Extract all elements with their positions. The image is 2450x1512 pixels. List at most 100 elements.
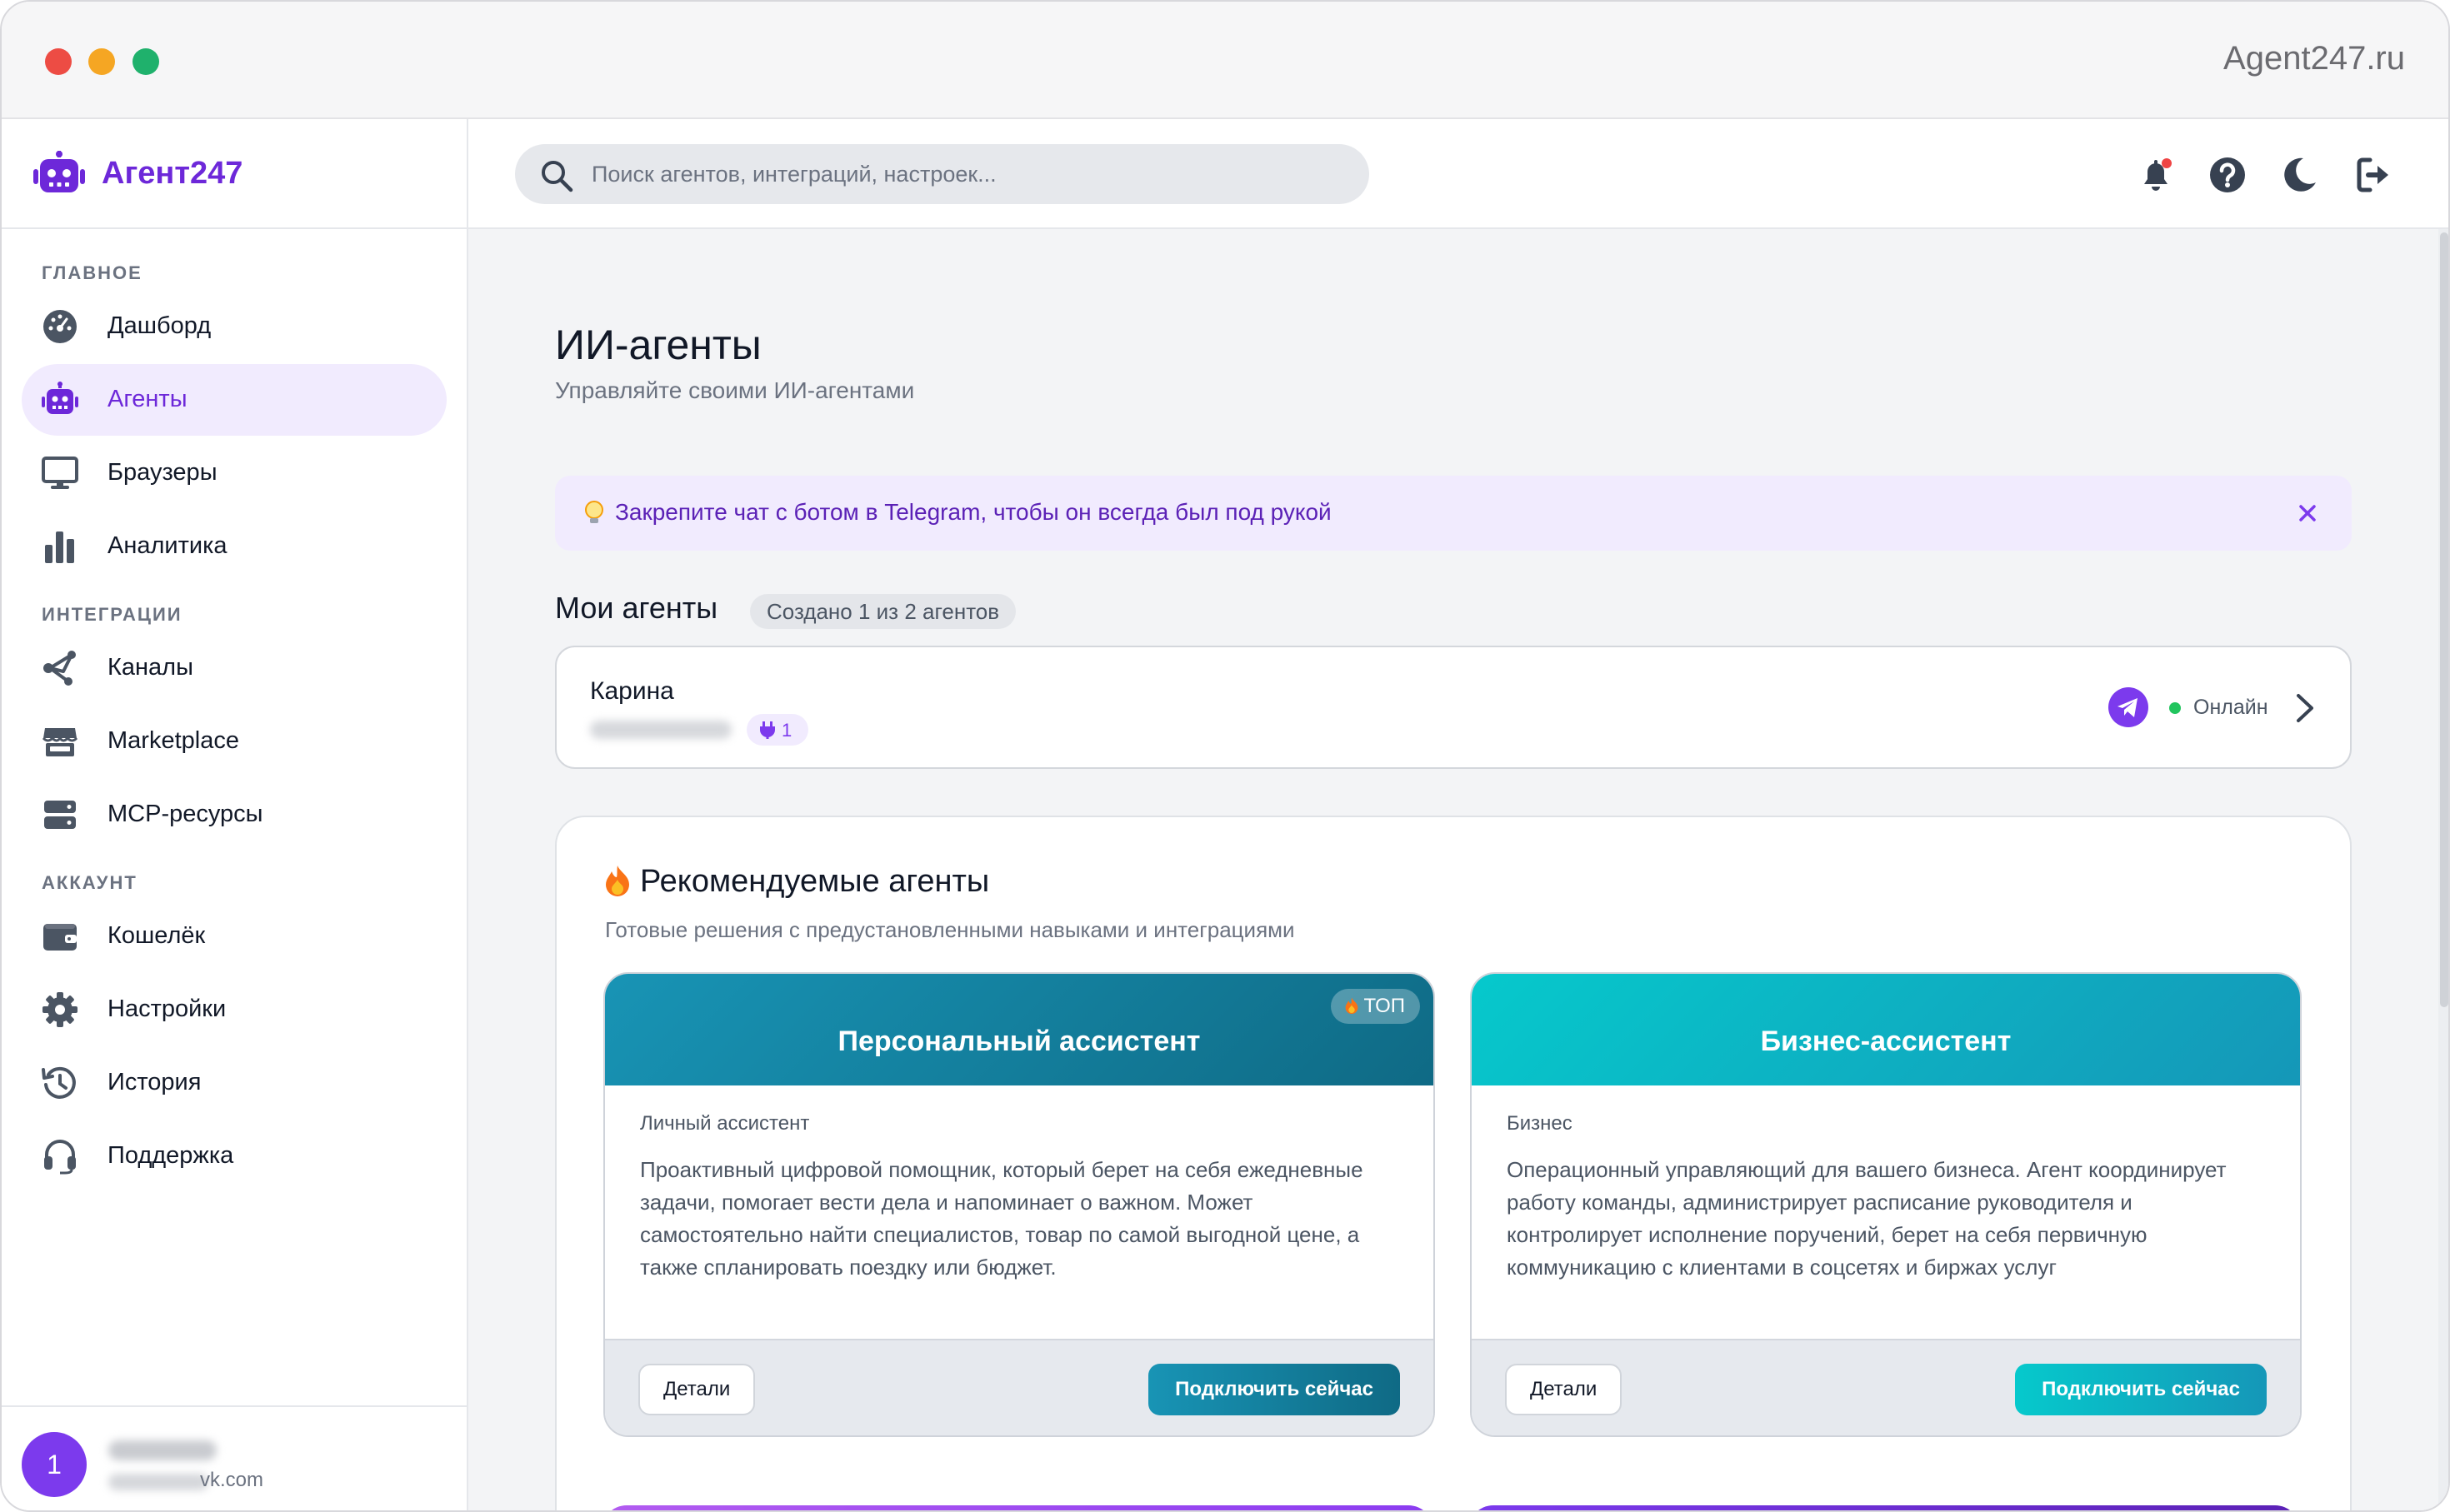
card-footer: Детали Подключить сейчас [605,1339,1433,1435]
banner-text: Закрепите чат с ботом в Telegram, чтобы … [615,499,1332,525]
scrollbar-thumb[interactable] [2440,232,2448,1007]
details-button[interactable]: Детали [1505,1364,1622,1415]
sidebar-item-mcp[interactable]: MCP-ресурсы [22,779,447,851]
avatar[interactable]: 1 [22,1432,87,1497]
card-category: Бизнес [1507,1112,1572,1135]
sidebar-item-marketplace[interactable]: Marketplace [22,706,447,777]
brand[interactable]: Агент247 [2,119,467,229]
sidebar-item-browsers[interactable]: Браузеры [22,437,447,509]
help-icon[interactable] [2208,156,2247,194]
plugins-count: 1 [782,720,792,741]
history-icon [42,1066,76,1099]
sidebar-item-label: MCP-ресурсы [108,801,263,827]
sidebar-item-history[interactable]: История [22,1047,447,1119]
plugins-badge: 1 [747,714,808,746]
page-title: ИИ-агенты [555,322,762,368]
recommended-title-text: Рекомендуемые агенты [640,864,990,899]
search-input[interactable] [592,144,1342,204]
top-header [468,119,2448,229]
sidebar-item-label: Настройки [108,996,227,1022]
connect-now-button[interactable]: Подключить сейчас [2015,1364,2267,1415]
moon-icon[interactable] [2280,156,2318,194]
window-close-button[interactable] [45,48,72,75]
dashboard-gauge-icon [43,310,77,343]
card-category: Личный ассистент [640,1112,810,1135]
agents-count-badge: Создано 1 из 2 агентов [750,594,1017,629]
search-bar[interactable] [515,144,1369,204]
user-email-suffix: vk.com [200,1469,264,1491]
search-icon [542,161,573,192]
sidebar-item-wallet[interactable]: Кошелёк [22,901,447,972]
page-subtitle: Управляйте своими ИИ-агентами [555,377,915,403]
chevron-right-icon[interactable] [2293,692,2317,724]
agent-name: Карина [590,677,674,705]
template-card-business[interactable]: Бизнес-ассистент Бизнес Операционный упр… [1470,972,2302,1437]
server-icon [44,801,76,829]
robot-logo-icon [33,151,85,192]
share-nodes-icon [43,651,76,686]
recommended-agents-panel: Рекомендуемые агенты Готовые решения с п… [555,816,2352,1510]
recommended-subtitle: Готовые решения с предустановленными нав… [605,917,1295,942]
logout-icon[interactable] [2355,156,2393,194]
bar-chart-icon [45,531,74,563]
card-footer: Детали Подключить сейчас [1472,1339,2300,1435]
plug-icon [760,721,775,739]
bell-icon[interactable] [2137,156,2175,194]
template-card-peek[interactable] [602,1505,1433,1510]
lightbulb-icon [585,501,603,523]
headset-icon [44,1140,76,1175]
sidebar: Агент247 ГЛАВНОЕ Дашборд Агенты Браузеры… [2,119,468,1510]
main-content: ИИ-агенты Управляйте своими ИИ-агентами … [468,229,2448,1510]
window-maximize-button[interactable] [132,48,159,75]
template-card-peek[interactable] [1468,1505,2300,1510]
sidebar-item-label: Marketplace [108,727,239,754]
gear-icon [42,992,78,1027]
top-badge-text: ТОП [1363,995,1406,1017]
section-title-integrations: ИНТЕГРАЦИИ [42,604,182,625]
connect-now-button[interactable]: Подключить сейчас [1148,1364,1400,1415]
agent-status: Онлайн [2193,696,2268,719]
my-agents-title: Мои агенты [555,591,718,625]
sidebar-item-label: Аналитика [108,532,228,559]
details-button[interactable]: Детали [638,1364,756,1415]
card-title: Бизнес-ассистент [1760,1025,2012,1057]
sidebar-item-dashboard[interactable]: Дашборд [22,291,447,362]
user-email-redacted [108,1474,208,1490]
recommended-title: Рекомендуемые агенты [603,864,989,900]
sidebar-item-label: Каналы [108,654,193,681]
card-header: ТОП Персональный ассистент [605,974,1433,1085]
window-titlebar: Agent247.ru [2,2,2448,119]
sidebar-item-label: Дашборд [108,312,212,339]
site-url: Agent247.ru [2223,40,2405,77]
sidebar-item-settings[interactable]: Настройки [22,974,447,1045]
sidebar-item-support[interactable]: Поддержка [22,1120,447,1192]
card-description: Операционный управляющий для вашего бизн… [1507,1157,2227,1280]
section-title-account: АККАУНТ [42,872,138,893]
telegram-tip-banner: Закрепите чат с ботом в Telegram, чтобы … [555,476,2352,551]
scrollbar[interactable] [2438,229,2448,1510]
fire-icon [606,866,629,896]
template-card-personal[interactable]: ТОП Персональный ассистент Личный ассист… [603,972,1435,1437]
agent-id-redacted [590,721,732,739]
user-name-redacted [108,1440,217,1460]
close-icon[interactable] [2297,502,2318,524]
section-title-main: ГЛАВНОЕ [42,262,142,283]
agent-card[interactable]: Карина 1 Онлайн [555,646,2352,769]
user-profile[interactable]: 1 vk.com [2,1405,467,1510]
top-badge: ТОП [1330,989,1420,1024]
sidebar-item-label: Поддержка [108,1142,234,1169]
window-minimize-button[interactable] [88,48,115,75]
monitor-icon [42,457,78,489]
card-title: Персональный ассистент [838,1025,1201,1057]
sidebar-item-agents[interactable]: Агенты [22,364,447,436]
sidebar-item-analytics[interactable]: Аналитика [22,511,447,582]
robot-icon [42,382,78,414]
sidebar-item-label: История [108,1069,202,1095]
online-status-dot [2169,702,2181,714]
card-description: Проактивный цифровой помощник, который б… [640,1157,1363,1280]
sidebar-item-channels[interactable]: Каналы [22,632,447,704]
sidebar-item-label: Браузеры [108,459,218,486]
brand-name: Агент247 [102,156,243,191]
telegram-icon [2108,687,2148,727]
wallet-icon [43,924,77,951]
